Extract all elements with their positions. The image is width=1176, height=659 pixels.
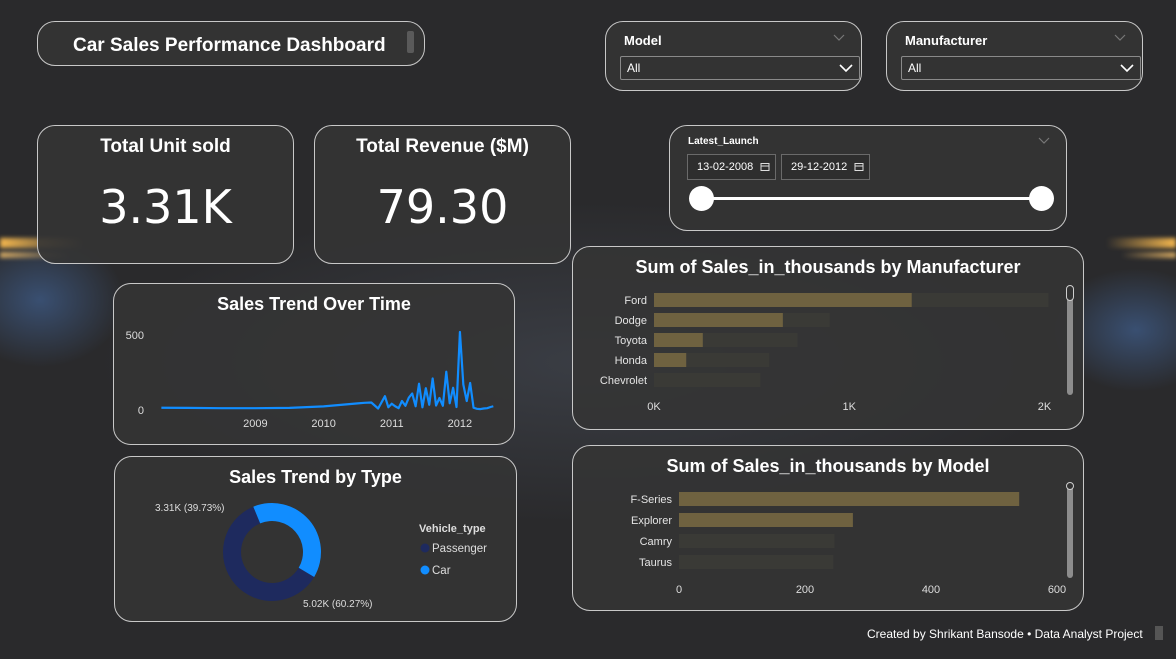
kpi-units-label: Total Unit sold	[100, 136, 231, 157]
bar-category-label: Explorer	[631, 515, 672, 527]
start-date-input[interactable]: 13-02-2008	[687, 154, 776, 180]
kpi-revenue-value: 79.30	[376, 180, 509, 234]
legend-label-passenger: Passenger	[432, 543, 487, 555]
manufacturer-slicer: Manufacturer All	[886, 21, 1143, 91]
bar-category-label: Honda	[615, 355, 648, 367]
kpi-units-value: 3.31K	[99, 180, 232, 234]
model-scrollbar[interactable]	[1067, 486, 1073, 578]
trend-plot[interactable]: 0 500 2009 2010 2011 2012	[114, 284, 514, 444]
bar-category-label: Taurus	[639, 557, 673, 569]
bar-track	[679, 534, 835, 548]
x-tick-label: 600	[1048, 584, 1066, 596]
x-tick-label: 2012	[448, 418, 472, 430]
model-slicer-label: Model	[624, 33, 662, 48]
bar-f-series	[679, 492, 1020, 506]
bar-category-label: Chevrolet	[600, 375, 647, 387]
x-tick-label: 0K	[647, 401, 661, 413]
manufacturer-dropdown-value: All	[908, 61, 922, 75]
chevron-down-icon	[839, 64, 853, 73]
date-range-track[interactable]	[701, 197, 1041, 200]
sales-trend-line	[161, 330, 494, 411]
manufacturer-dropdown[interactable]: All	[901, 56, 1141, 80]
bar-category-label: Dodge	[615, 315, 647, 327]
x-tick-label: 200	[796, 584, 814, 596]
donut-label-car: 3.31K (39.73%)	[155, 503, 225, 514]
collapse-chevron-icon[interactable]	[1114, 32, 1126, 42]
model-slicer: Model All	[605, 21, 862, 91]
end-date-value: 29-12-2012	[791, 161, 848, 173]
footer-credit: Created by Shrikant Bansode • Data Analy…	[867, 627, 1143, 641]
date-range-start-handle[interactable]	[689, 186, 714, 211]
kpi-total-revenue: Total Revenue ($M) 79.30	[314, 125, 571, 264]
bar-category-label: Ford	[624, 295, 647, 307]
footer-handle[interactable]	[1155, 626, 1163, 640]
sales-by-type-chart: Sales Trend by Type 3.31K (39.73%) 5.02K …	[114, 456, 517, 622]
collapse-chevron-icon[interactable]	[1038, 135, 1050, 145]
kpi-revenue-label: Total Revenue ($M)	[356, 136, 529, 157]
title-scroll-handle[interactable]	[407, 31, 414, 53]
bar-explorer	[679, 513, 853, 527]
donut-slice-car	[253, 503, 321, 577]
latest-launch-slicer: Latest_Launch 13-02-2008 29-12-2012	[669, 125, 1067, 231]
bar-ford	[654, 293, 912, 307]
bar-dodge	[654, 313, 783, 327]
y-tick-label: 0	[138, 405, 144, 417]
mfr-scroll-thumb[interactable]	[1066, 285, 1074, 301]
manufacturer-slicer-label: Manufacturer	[905, 33, 988, 48]
end-date-input[interactable]: 29-12-2012	[781, 154, 870, 180]
model-dropdown-value: All	[627, 61, 641, 75]
calendar-icon[interactable]	[760, 162, 770, 172]
chevron-down-icon	[1120, 64, 1134, 73]
mfr-plot[interactable]: Ford Dodge Toyota Honda Chevrolet 0K 1K 2K	[573, 247, 1083, 429]
legend-marker-car	[420, 565, 430, 575]
legend-label-car: Car	[432, 565, 451, 577]
y-tick-label: 500	[126, 330, 144, 342]
sales-trend-chart: Sales Trend Over Time 0 500 2009 2010 2011 20…	[113, 283, 515, 445]
sales-by-manufacturer-chart: Sum of Sales_in_thousands by Manufacture…	[572, 246, 1084, 430]
model-plot[interactable]: F-Series Explorer Camry Taurus 0 200 400 600	[573, 446, 1083, 610]
calendar-icon[interactable]	[854, 162, 864, 172]
dashboard-title-card: Car Sales Performance Dashboard	[37, 21, 425, 66]
donut-label-passenger: 5.02K (60.27%)	[303, 599, 373, 610]
x-tick-label: 2009	[243, 418, 267, 430]
start-date-value: 13-02-2008	[697, 161, 754, 173]
bar-track	[654, 373, 761, 387]
bar-track	[679, 555, 834, 569]
x-tick-label: 2010	[311, 418, 335, 430]
bar-toyota	[654, 333, 703, 347]
x-tick-label: 2K	[1038, 401, 1052, 413]
x-tick-label: 0	[676, 584, 682, 596]
legend-marker-passenger	[420, 543, 430, 553]
page-title: Car Sales Performance Dashboard	[73, 35, 386, 56]
date-range-end-handle[interactable]	[1029, 186, 1054, 211]
bar-category-label: Toyota	[615, 335, 648, 347]
x-tick-label: 400	[922, 584, 940, 596]
sales-by-model-chart: Sum of Sales_in_thousands by Model F-Ser…	[572, 445, 1084, 611]
x-tick-label: 1K	[843, 401, 857, 413]
bar-category-label: Camry	[640, 536, 673, 548]
x-tick-label: 2011	[380, 418, 404, 430]
legend-title: Vehicle_type	[419, 523, 486, 535]
bar-category-label: F-Series	[630, 494, 672, 506]
bar-honda	[654, 353, 687, 367]
collapse-chevron-icon[interactable]	[833, 32, 845, 42]
latest-launch-label: Latest_Launch	[688, 136, 759, 147]
mfr-scrollbar[interactable]	[1067, 287, 1073, 395]
model-scroll-thumb[interactable]	[1066, 482, 1074, 490]
donut-plot[interactable]: 3.31K (39.73%) 5.02K (60.27%) Vehicle_type…	[115, 457, 515, 621]
model-dropdown[interactable]: All	[620, 56, 860, 80]
kpi-total-units: Total Unit sold 3.31K	[37, 125, 294, 264]
